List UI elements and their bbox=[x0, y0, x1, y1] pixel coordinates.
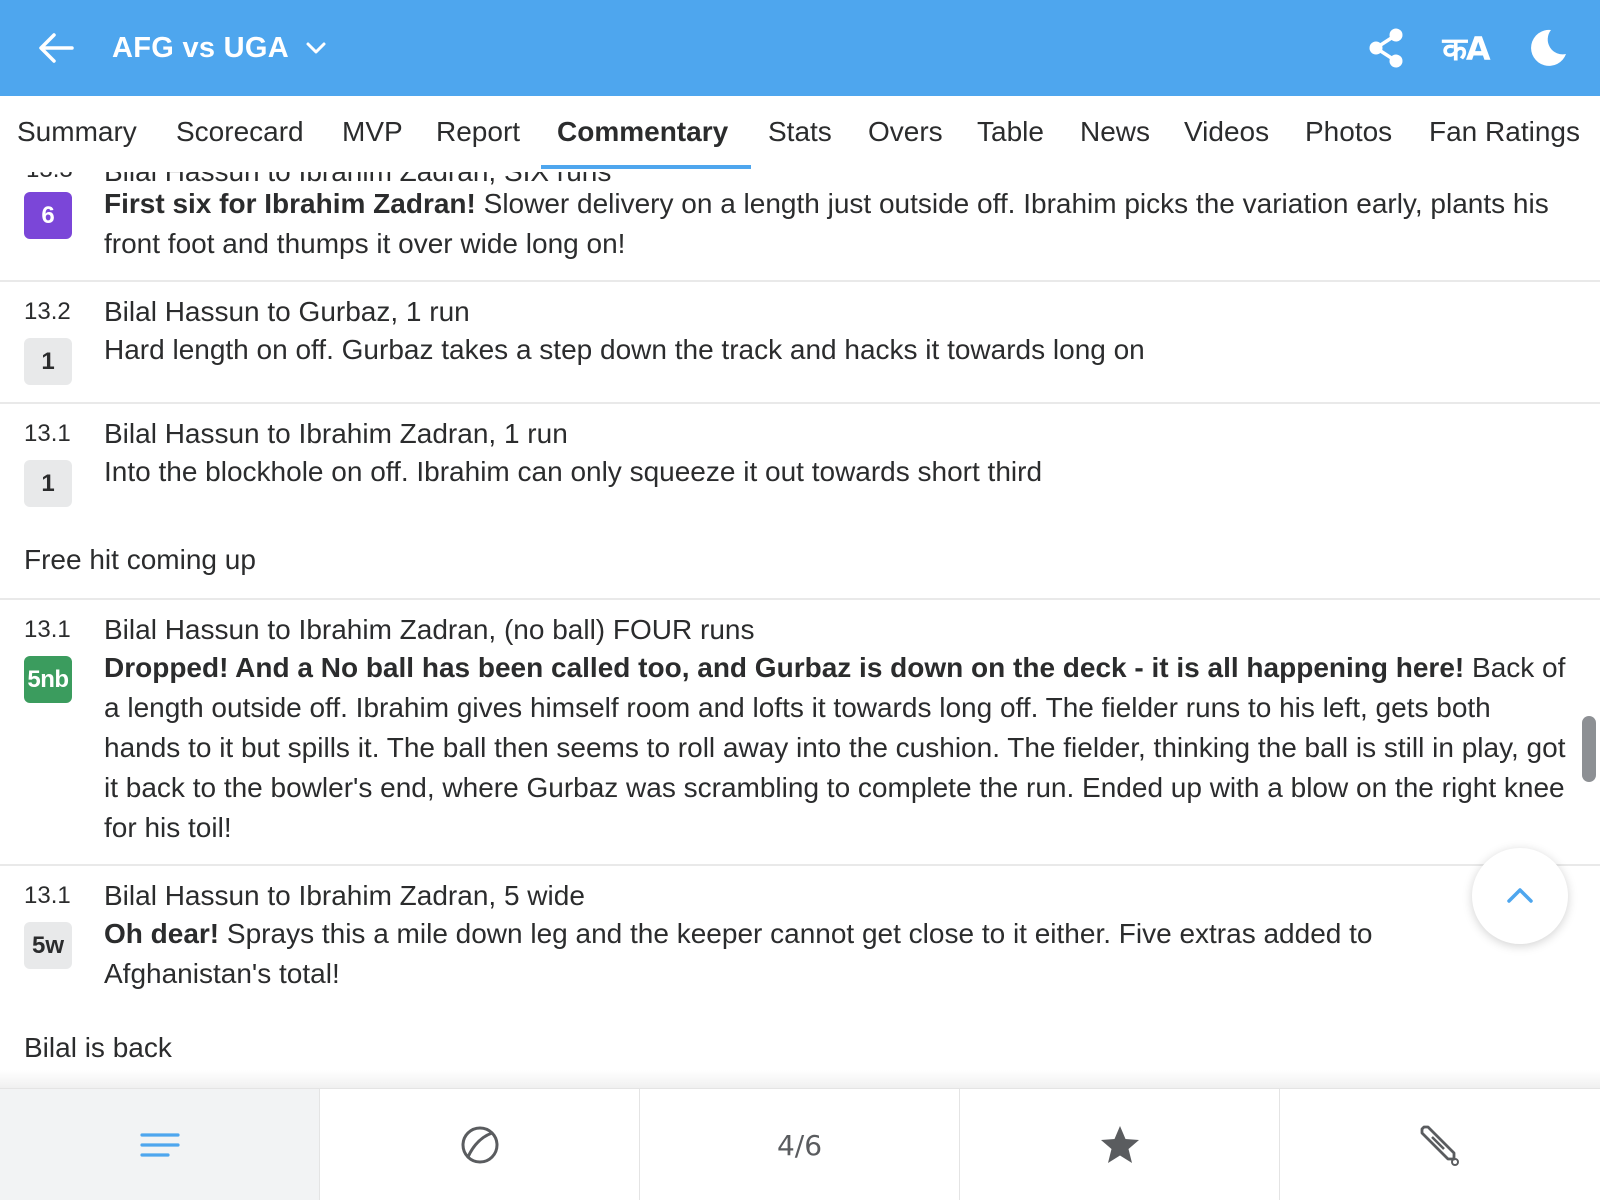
tab-overs[interactable]: Overs bbox=[868, 96, 943, 172]
divider bbox=[0, 864, 1600, 866]
tab-videos[interactable]: Videos bbox=[1184, 96, 1269, 172]
ball-commentary: Dropped! And a No ball has been called t… bbox=[104, 648, 1572, 848]
commentary-highlight: Oh dear! bbox=[104, 918, 220, 949]
ball-commentary: Oh dear! Sprays this a mile down leg and… bbox=[104, 914, 1444, 994]
run-badge: 5nb bbox=[24, 656, 72, 703]
bottom-toolbar: 4/6 bbox=[0, 1088, 1600, 1200]
language-button[interactable]: कA bbox=[1436, 24, 1496, 72]
over-number: 13.1 bbox=[24, 882, 71, 909]
tab-report[interactable]: Report bbox=[436, 96, 520, 172]
back-button[interactable] bbox=[34, 26, 78, 70]
ball-header: Bilal Hassun to Ibrahim Zadran, (no ball… bbox=[104, 614, 755, 645]
tab-mvp[interactable]: MVP bbox=[342, 96, 403, 172]
tab-table[interactable]: Table bbox=[977, 96, 1044, 172]
tab-news[interactable]: News bbox=[1080, 96, 1150, 172]
chevron-down-icon bbox=[306, 42, 326, 54]
tab-bar: Summary Scorecard MVP Report Commentary … bbox=[0, 96, 1600, 172]
tab-fan-ratings[interactable]: Fan Ratings bbox=[1429, 96, 1580, 172]
arrow-left-icon bbox=[39, 33, 74, 63]
over-number: 13.1 bbox=[24, 420, 71, 447]
language-icon: कA bbox=[1442, 29, 1490, 68]
scrollbar-thumb[interactable] bbox=[1582, 716, 1596, 782]
run-badge: 1 bbox=[24, 460, 72, 507]
match-selector[interactable]: AFG vs UGA bbox=[112, 26, 329, 70]
over-number: 13.3 bbox=[26, 172, 73, 184]
highlights-filter-button[interactable] bbox=[960, 1089, 1280, 1200]
tab-scorecard[interactable]: Scorecard bbox=[176, 96, 304, 172]
cricket-ball-icon bbox=[461, 1126, 498, 1164]
run-badge: 1 bbox=[24, 338, 72, 385]
ball-header: Bilal Hassun to Ibrahim Zadran, 1 run bbox=[104, 418, 568, 449]
divider bbox=[0, 280, 1600, 282]
commentary-filter-all-button[interactable] bbox=[0, 1089, 320, 1200]
over-number: 13.1 bbox=[24, 616, 71, 643]
menu-lines-icon bbox=[139, 1133, 180, 1157]
run-badge: 6 bbox=[24, 192, 72, 239]
moon-icon bbox=[1531, 29, 1566, 66]
match-title: AFG vs UGA bbox=[112, 31, 290, 64]
ball-commentary: First six for Ibrahim Zadran! Slower del… bbox=[104, 184, 1572, 264]
commentary-highlight: First six for Ibrahim Zadran! bbox=[104, 188, 476, 219]
boundaries-filter-button[interactable]: 4/6 bbox=[640, 1089, 960, 1200]
share-icon bbox=[1369, 28, 1403, 68]
commentary-text: Sprays this a mile down leg and the keep… bbox=[104, 918, 1373, 989]
boundary-count: 4/6 bbox=[776, 1128, 823, 1162]
commentary-note: Free hit coming up bbox=[24, 544, 256, 575]
top-app-bar: AFG vs UGA कA bbox=[0, 0, 1600, 96]
ball-header: Bilal Hassun to Ibrahim Zadran, 5 wide bbox=[104, 880, 585, 911]
chevron-up-icon bbox=[1507, 888, 1533, 903]
ball-header: Bilal Hassun to Gurbaz, 1 run bbox=[104, 296, 470, 327]
star-icon bbox=[1100, 1126, 1139, 1163]
batting-filter-button[interactable] bbox=[1280, 1089, 1600, 1200]
run-badge: 5w bbox=[24, 922, 72, 969]
over-number: 13.2 bbox=[24, 298, 71, 325]
tab-stats[interactable]: Stats bbox=[768, 96, 832, 172]
ball-commentary: Into the blockhole on off. Ibrahim can o… bbox=[104, 456, 1043, 487]
commentary-note: Bilal is back bbox=[24, 1032, 172, 1063]
bottom-bar-shadow bbox=[0, 1070, 1600, 1088]
cricket-bat-icon bbox=[1420, 1125, 1459, 1166]
tab-summary[interactable]: Summary bbox=[17, 96, 137, 172]
commentary-highlight: Dropped! And a No ball has been called t… bbox=[104, 652, 1465, 683]
tab-photos[interactable]: Photos bbox=[1305, 96, 1392, 172]
app-root: AFG vs UGA कA Summary Scorecard MVP Repo… bbox=[0, 0, 1600, 1200]
divider bbox=[0, 402, 1600, 404]
share-button[interactable] bbox=[1362, 24, 1410, 72]
tab-commentary[interactable]: Commentary bbox=[557, 96, 728, 172]
active-tab-indicator bbox=[541, 165, 751, 169]
commentary-feed[interactable]: 13.3 Bilal Hassun to Ibrahim Zadran, SIX… bbox=[0, 172, 1600, 1088]
ball-commentary: Hard length on off. Gurbaz takes a step … bbox=[104, 334, 1145, 365]
divider bbox=[0, 598, 1600, 600]
theme-toggle[interactable] bbox=[1522, 24, 1570, 72]
ball-filter-button[interactable] bbox=[320, 1089, 640, 1200]
scroll-to-top-button[interactable] bbox=[1472, 848, 1568, 944]
